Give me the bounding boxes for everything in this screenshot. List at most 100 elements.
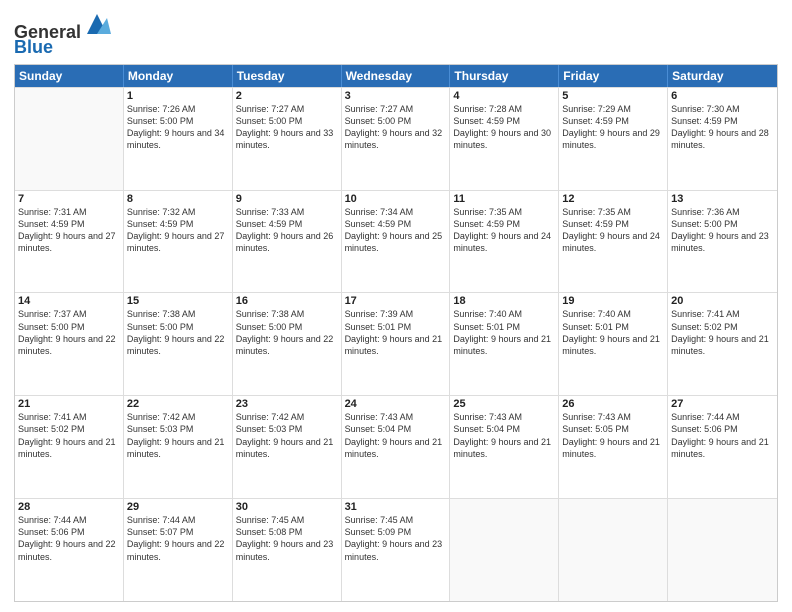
day-info: Sunrise: 7:45 AMSunset: 5:09 PMDaylight:…: [345, 514, 447, 563]
day-info: Sunrise: 7:44 AMSunset: 5:07 PMDaylight:…: [127, 514, 229, 563]
day-cell-7: 7Sunrise: 7:31 AMSunset: 4:59 PMDaylight…: [15, 191, 124, 293]
day-cell-14: 14Sunrise: 7:37 AMSunset: 5:00 PMDayligh…: [15, 293, 124, 395]
day-number: 9: [236, 193, 338, 205]
day-cell-empty: [15, 88, 124, 190]
week-row-1: 1Sunrise: 7:26 AMSunset: 5:00 PMDaylight…: [15, 87, 777, 190]
logo: General Blue: [14, 10, 111, 58]
day-info: Sunrise: 7:33 AMSunset: 4:59 PMDaylight:…: [236, 206, 338, 255]
day-info: Sunrise: 7:37 AMSunset: 5:00 PMDaylight:…: [18, 308, 120, 357]
day-cell-9: 9Sunrise: 7:33 AMSunset: 4:59 PMDaylight…: [233, 191, 342, 293]
day-number: 17: [345, 295, 447, 307]
week-row-2: 7Sunrise: 7:31 AMSunset: 4:59 PMDaylight…: [15, 190, 777, 293]
day-cell-19: 19Sunrise: 7:40 AMSunset: 5:01 PMDayligh…: [559, 293, 668, 395]
day-cell-18: 18Sunrise: 7:40 AMSunset: 5:01 PMDayligh…: [450, 293, 559, 395]
calendar-body: 1Sunrise: 7:26 AMSunset: 5:00 PMDaylight…: [15, 87, 777, 601]
day-number: 8: [127, 193, 229, 205]
day-cell-21: 21Sunrise: 7:41 AMSunset: 5:02 PMDayligh…: [15, 396, 124, 498]
day-info: Sunrise: 7:30 AMSunset: 4:59 PMDaylight:…: [671, 103, 774, 152]
day-info: Sunrise: 7:40 AMSunset: 5:01 PMDaylight:…: [562, 308, 664, 357]
day-number: 16: [236, 295, 338, 307]
day-number: 1: [127, 90, 229, 102]
day-number: 27: [671, 398, 774, 410]
day-cell-23: 23Sunrise: 7:42 AMSunset: 5:03 PMDayligh…: [233, 396, 342, 498]
day-cell-27: 27Sunrise: 7:44 AMSunset: 5:06 PMDayligh…: [668, 396, 777, 498]
day-number: 31: [345, 501, 447, 513]
day-info: Sunrise: 7:39 AMSunset: 5:01 PMDaylight:…: [345, 308, 447, 357]
day-number: 7: [18, 193, 120, 205]
day-cell-16: 16Sunrise: 7:38 AMSunset: 5:00 PMDayligh…: [233, 293, 342, 395]
day-info: Sunrise: 7:27 AMSunset: 5:00 PMDaylight:…: [236, 103, 338, 152]
day-info: Sunrise: 7:41 AMSunset: 5:02 PMDaylight:…: [671, 308, 774, 357]
day-cell-empty: [559, 499, 668, 601]
header-monday: Monday: [124, 65, 233, 87]
day-cell-29: 29Sunrise: 7:44 AMSunset: 5:07 PMDayligh…: [124, 499, 233, 601]
day-number: 2: [236, 90, 338, 102]
day-info: Sunrise: 7:41 AMSunset: 5:02 PMDaylight:…: [18, 411, 120, 460]
day-info: Sunrise: 7:44 AMSunset: 5:06 PMDaylight:…: [18, 514, 120, 563]
day-number: 20: [671, 295, 774, 307]
day-cell-2: 2Sunrise: 7:27 AMSunset: 5:00 PMDaylight…: [233, 88, 342, 190]
day-cell-17: 17Sunrise: 7:39 AMSunset: 5:01 PMDayligh…: [342, 293, 451, 395]
day-number: 21: [18, 398, 120, 410]
day-cell-26: 26Sunrise: 7:43 AMSunset: 5:05 PMDayligh…: [559, 396, 668, 498]
header-friday: Friday: [559, 65, 668, 87]
day-info: Sunrise: 7:44 AMSunset: 5:06 PMDaylight:…: [671, 411, 774, 460]
day-number: 23: [236, 398, 338, 410]
day-info: Sunrise: 7:45 AMSunset: 5:08 PMDaylight:…: [236, 514, 338, 563]
day-info: Sunrise: 7:36 AMSunset: 5:00 PMDaylight:…: [671, 206, 774, 255]
day-number: 13: [671, 193, 774, 205]
day-cell-empty: [668, 499, 777, 601]
day-number: 6: [671, 90, 774, 102]
day-cell-5: 5Sunrise: 7:29 AMSunset: 4:59 PMDaylight…: [559, 88, 668, 190]
day-number: 10: [345, 193, 447, 205]
calendar-header: Sunday Monday Tuesday Wednesday Thursday…: [15, 65, 777, 87]
calendar: Sunday Monday Tuesday Wednesday Thursday…: [14, 64, 778, 602]
day-cell-31: 31Sunrise: 7:45 AMSunset: 5:09 PMDayligh…: [342, 499, 451, 601]
day-cell-8: 8Sunrise: 7:32 AMSunset: 4:59 PMDaylight…: [124, 191, 233, 293]
day-info: Sunrise: 7:35 AMSunset: 4:59 PMDaylight:…: [453, 206, 555, 255]
day-cell-3: 3Sunrise: 7:27 AMSunset: 5:00 PMDaylight…: [342, 88, 451, 190]
day-cell-20: 20Sunrise: 7:41 AMSunset: 5:02 PMDayligh…: [668, 293, 777, 395]
day-number: 4: [453, 90, 555, 102]
day-info: Sunrise: 7:27 AMSunset: 5:00 PMDaylight:…: [345, 103, 447, 152]
week-row-3: 14Sunrise: 7:37 AMSunset: 5:00 PMDayligh…: [15, 292, 777, 395]
day-info: Sunrise: 7:32 AMSunset: 4:59 PMDaylight:…: [127, 206, 229, 255]
day-info: Sunrise: 7:40 AMSunset: 5:01 PMDaylight:…: [453, 308, 555, 357]
day-number: 12: [562, 193, 664, 205]
page-container: General Blue Sunday Monday Tuesday Wedne…: [0, 0, 792, 612]
day-info: Sunrise: 7:28 AMSunset: 4:59 PMDaylight:…: [453, 103, 555, 152]
day-cell-6: 6Sunrise: 7:30 AMSunset: 4:59 PMDaylight…: [668, 88, 777, 190]
day-number: 15: [127, 295, 229, 307]
day-cell-11: 11Sunrise: 7:35 AMSunset: 4:59 PMDayligh…: [450, 191, 559, 293]
day-number: 19: [562, 295, 664, 307]
day-cell-25: 25Sunrise: 7:43 AMSunset: 5:04 PMDayligh…: [450, 396, 559, 498]
day-info: Sunrise: 7:38 AMSunset: 5:00 PMDaylight:…: [236, 308, 338, 357]
day-number: 3: [345, 90, 447, 102]
day-number: 30: [236, 501, 338, 513]
day-info: Sunrise: 7:43 AMSunset: 5:05 PMDaylight:…: [562, 411, 664, 460]
header-thursday: Thursday: [450, 65, 559, 87]
header-saturday: Saturday: [668, 65, 777, 87]
day-info: Sunrise: 7:35 AMSunset: 4:59 PMDaylight:…: [562, 206, 664, 255]
day-number: 14: [18, 295, 120, 307]
day-info: Sunrise: 7:42 AMSunset: 5:03 PMDaylight:…: [127, 411, 229, 460]
day-cell-24: 24Sunrise: 7:43 AMSunset: 5:04 PMDayligh…: [342, 396, 451, 498]
day-number: 26: [562, 398, 664, 410]
day-info: Sunrise: 7:29 AMSunset: 4:59 PMDaylight:…: [562, 103, 664, 152]
day-number: 5: [562, 90, 664, 102]
day-cell-22: 22Sunrise: 7:42 AMSunset: 5:03 PMDayligh…: [124, 396, 233, 498]
day-info: Sunrise: 7:34 AMSunset: 4:59 PMDaylight:…: [345, 206, 447, 255]
logo-icon: [83, 10, 111, 38]
day-cell-12: 12Sunrise: 7:35 AMSunset: 4:59 PMDayligh…: [559, 191, 668, 293]
week-row-4: 21Sunrise: 7:41 AMSunset: 5:02 PMDayligh…: [15, 395, 777, 498]
day-info: Sunrise: 7:31 AMSunset: 4:59 PMDaylight:…: [18, 206, 120, 255]
day-number: 18: [453, 295, 555, 307]
day-number: 24: [345, 398, 447, 410]
header-tuesday: Tuesday: [233, 65, 342, 87]
day-number: 28: [18, 501, 120, 513]
day-info: Sunrise: 7:42 AMSunset: 5:03 PMDaylight:…: [236, 411, 338, 460]
day-cell-4: 4Sunrise: 7:28 AMSunset: 4:59 PMDaylight…: [450, 88, 559, 190]
day-info: Sunrise: 7:43 AMSunset: 5:04 PMDaylight:…: [345, 411, 447, 460]
day-cell-empty: [450, 499, 559, 601]
day-number: 11: [453, 193, 555, 205]
